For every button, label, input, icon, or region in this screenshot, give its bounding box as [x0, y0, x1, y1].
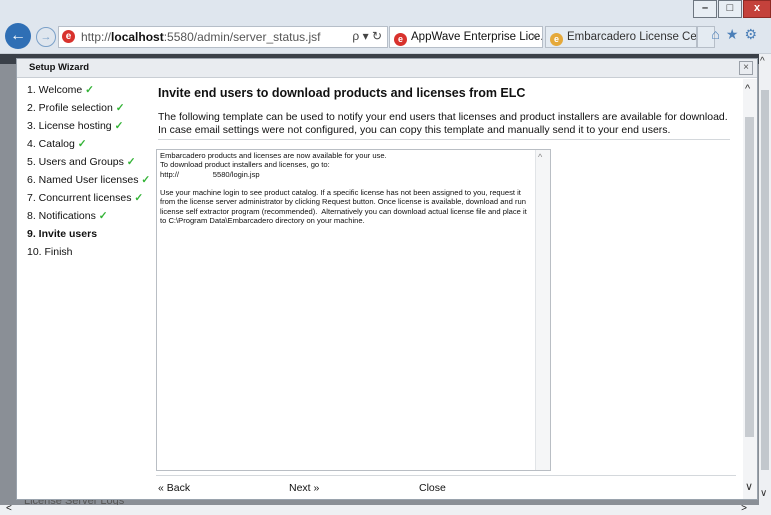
- page-vertical-scrollbar[interactable]: ^ ∨: [759, 54, 771, 515]
- wizard-step-label: 10. Finish: [27, 246, 73, 258]
- dialog-vertical-scrollbar[interactable]: ^ ∨: [743, 79, 757, 499]
- ie-icon: e: [62, 30, 75, 43]
- wizard-step[interactable]: 4. Catalog ✓: [27, 135, 157, 153]
- wizard-step[interactable]: 1. Welcome ✓: [27, 81, 157, 99]
- browser-forward-button[interactable]: →: [36, 27, 56, 47]
- back-button[interactable]: « Back: [158, 482, 190, 494]
- scroll-up-icon[interactable]: ^: [745, 83, 750, 95]
- ie-icon: e: [394, 33, 407, 46]
- next-button[interactable]: Next »: [289, 482, 319, 494]
- scroll-down-icon[interactable]: ∨: [745, 480, 753, 493]
- wizard-step[interactable]: 9. Invite users: [27, 225, 157, 243]
- checkmark-icon: ✓: [131, 192, 144, 204]
- tab-label: AppWave Enterprise Lice...: [411, 31, 543, 43]
- checkmark-icon: ✓: [138, 174, 151, 186]
- page-title: Invite end users to download products an…: [158, 86, 526, 100]
- tab-label: Embarcadero License Cent...: [567, 31, 697, 43]
- template-line: Use your machine login to see product ca…: [160, 188, 529, 226]
- wizard-step-label: 1. Welcome: [27, 84, 83, 96]
- scroll-down-icon[interactable]: ∨: [760, 488, 767, 499]
- wizard-step-label: 7. Concurrent licenses: [27, 192, 132, 204]
- scroll-left-icon[interactable]: <: [6, 503, 12, 514]
- wizard-steps: 1. Welcome ✓ 2. Profile selection ✓ 3. Lic…: [27, 81, 157, 261]
- invitation-template-textarea[interactable]: Embarcadero products and licenses are no…: [156, 149, 551, 471]
- tab-embarcadero[interactable]: e Embarcadero License Cent...: [545, 26, 697, 48]
- checkmark-icon: ✓: [112, 102, 125, 114]
- wizard-step-label: 5. Users and Groups: [27, 156, 124, 168]
- wizard-step-label: 4. Catalog: [27, 138, 75, 150]
- wizard-step[interactable]: 3. License hosting ✓: [27, 117, 157, 135]
- browser-back-button[interactable]: ←: [5, 23, 31, 49]
- wizard-step-label: 3. License hosting: [27, 120, 112, 132]
- tab-close-icon[interactable]: ×: [531, 27, 538, 47]
- page-horizontal-scrollbar[interactable]: < >: [0, 503, 759, 515]
- maximize-button[interactable]: □: [718, 0, 742, 18]
- scroll-up-icon[interactable]: ^: [760, 56, 765, 67]
- browser-chrome: – □ x ← → e http://localhost:5580/admin/…: [0, 0, 771, 54]
- scroll-thumb[interactable]: [745, 117, 754, 437]
- wizard-step[interactable]: 7. Concurrent licenses ✓: [27, 189, 157, 207]
- wizard-step-label: 9. Invite users: [27, 228, 98, 240]
- template-line: Embarcadero products and licenses are no…: [160, 151, 387, 160]
- checkmark-icon: ✓: [74, 138, 87, 150]
- wizard-step[interactable]: 5. Users and Groups ✓: [27, 153, 157, 171]
- checkmark-icon: ✓: [123, 156, 136, 168]
- setup-wizard-dialog: Setup Wizard × 1. Welcome ✓ 2. Profile se…: [16, 58, 758, 500]
- wizard-step[interactable]: 10. Finish: [27, 243, 157, 261]
- checkmark-icon: ✓: [95, 210, 108, 222]
- divider: [156, 475, 736, 476]
- page-description: The following template can be used to no…: [158, 111, 728, 136]
- wizard-step[interactable]: 6. Named User licenses ✓: [27, 171, 157, 189]
- divider: [158, 139, 730, 140]
- template-text: Embarcadero products and licenses are no…: [160, 151, 530, 225]
- window-controls: – □ x: [692, 0, 771, 18]
- minimize-button[interactable]: –: [693, 0, 717, 18]
- wizard-step-label: 2. Profile selection: [27, 102, 113, 114]
- dialog-close-button[interactable]: ×: [739, 61, 753, 75]
- template-line: http:// 5580/login.jsp: [160, 169, 260, 179]
- address-url: http://localhost:5580/admin/server_statu…: [81, 30, 321, 44]
- wizard-step-label: 8. Notifications: [27, 210, 96, 222]
- wizard-step[interactable]: 2. Profile selection ✓: [27, 99, 157, 117]
- checkmark-icon: ✓: [111, 120, 124, 132]
- toolbar-icons: ⌂★⚙: [711, 26, 763, 43]
- scroll-right-icon[interactable]: >: [741, 503, 747, 514]
- ie-icon: e: [550, 33, 563, 46]
- window-close-button[interactable]: x: [743, 0, 771, 18]
- checkmark-icon: ✓: [82, 84, 94, 96]
- gear-icon[interactable]: ⚙: [744, 26, 763, 42]
- tab-appwave[interactable]: e AppWave Enterprise Lice... ×: [389, 26, 543, 48]
- scroll-up-icon[interactable]: ^: [538, 152, 542, 162]
- address-bar[interactable]: e http://localhost:5580/admin/server_sta…: [58, 26, 388, 48]
- close-button[interactable]: Close: [419, 482, 446, 494]
- home-icon[interactable]: ⌂: [711, 26, 725, 42]
- search-refresh-icon[interactable]: ρ ▾ ↻: [352, 29, 382, 43]
- wizard-step[interactable]: 8. Notifications ✓: [27, 207, 157, 225]
- star-icon[interactable]: ★: [726, 26, 745, 42]
- wizard-step-label: 6. Named User licenses: [27, 174, 139, 186]
- template-line: To download product installers and licen…: [160, 160, 330, 170]
- template-line: [160, 179, 530, 188]
- scroll-thumb[interactable]: [761, 90, 769, 470]
- textarea-scrollbar[interactable]: ^: [535, 150, 550, 470]
- dialog-title-bar: Setup Wizard ×: [17, 59, 757, 78]
- dialog-title: Setup Wizard: [29, 62, 90, 73]
